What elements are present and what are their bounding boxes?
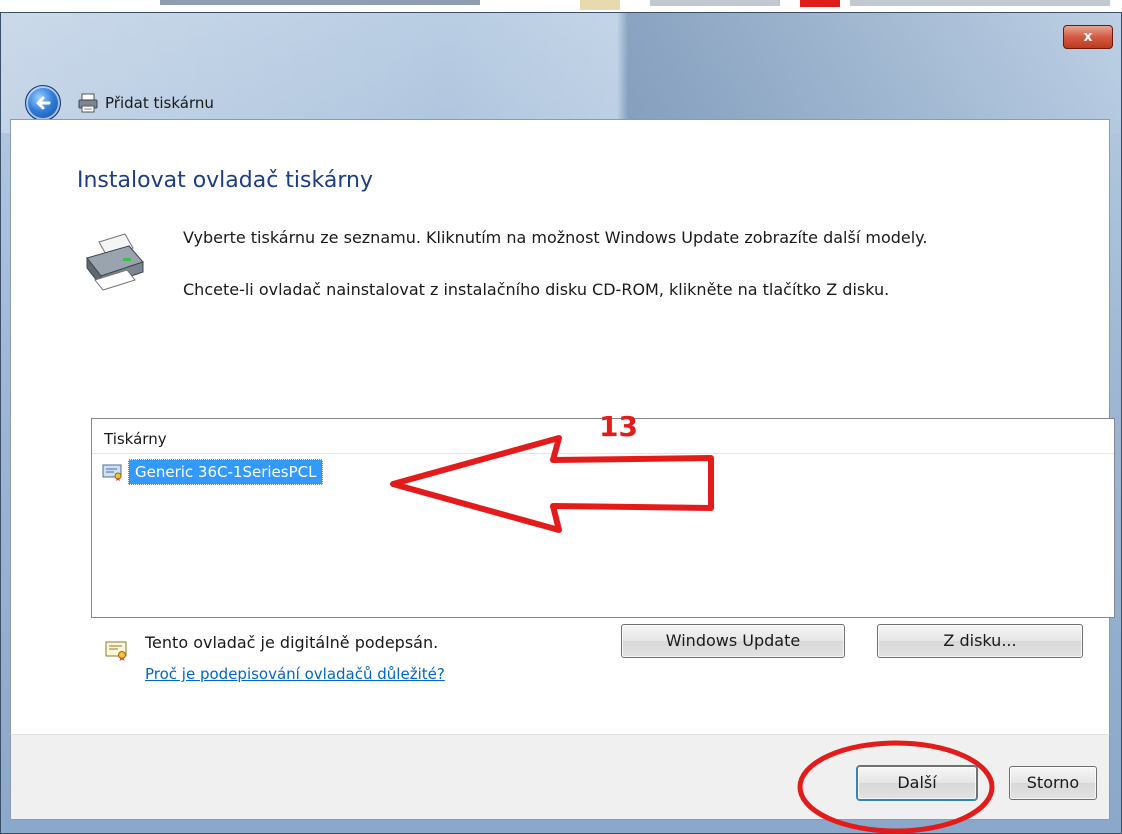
windows-update-button[interactable]: Windows Update xyxy=(621,624,845,658)
annotation-ellipse xyxy=(797,740,995,834)
background-cut-text-graphic xyxy=(160,0,1110,10)
certificate-icon xyxy=(105,641,127,661)
have-disk-button[interactable]: Z disku... xyxy=(877,624,1083,658)
page-title: Instalovat ovladač tiskárny xyxy=(77,168,373,193)
printer-icon xyxy=(78,93,98,113)
annotation-arrow xyxy=(390,435,714,533)
wizard-nav-row: Přidat tiskárnu xyxy=(25,85,214,121)
wizard-title: Přidat tiskárnu xyxy=(105,94,214,112)
back-arrow-icon xyxy=(36,96,51,110)
description-line-2: Chcete-li ovladač nainstalovat z instala… xyxy=(183,280,890,299)
list-item[interactable]: Generic 36C-1SeriesPCL xyxy=(102,459,324,485)
description-line-1: Vyberte tiskárnu ze seznamu. Kliknutím n… xyxy=(183,228,928,247)
certificate-icon xyxy=(102,464,122,481)
list-item-label: Generic 36C-1SeriesPCL xyxy=(128,459,324,485)
back-button[interactable] xyxy=(25,85,61,121)
signed-driver-text: Tento ovladač je digitálně podepsán. xyxy=(145,633,439,652)
driver-signing-help-link[interactable]: Proč je podepisování ovladačů důležité? xyxy=(145,665,445,683)
close-button[interactable]: x xyxy=(1063,25,1113,49)
printer-icon xyxy=(86,233,144,291)
wizard-content: Instalovat ovladač tiskárny Vyberte tisk… xyxy=(10,119,1115,735)
cancel-button[interactable]: Storno xyxy=(1009,766,1097,800)
background-cut-strip xyxy=(0,0,1122,12)
